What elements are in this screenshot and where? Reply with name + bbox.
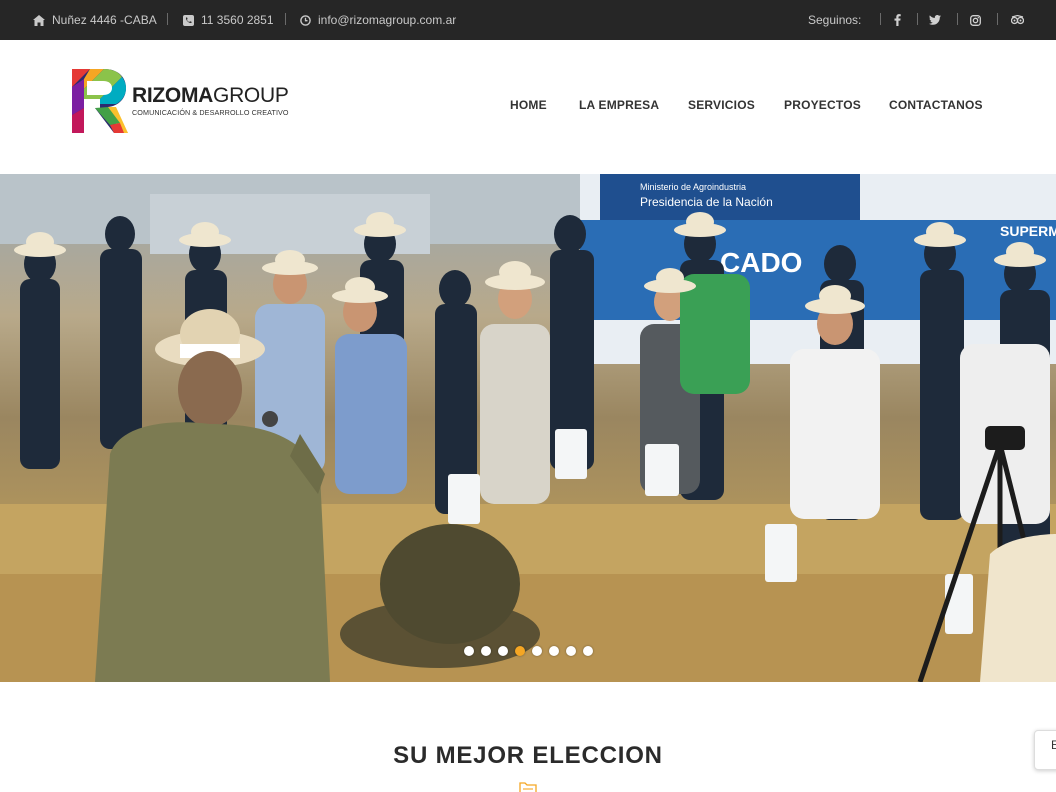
facebook-icon[interactable] bbox=[889, 0, 905, 40]
brand-tagline: COMUNICACIÓN & DESARROLLO CREATIVO bbox=[132, 108, 289, 117]
section-title: SU MEJOR ELECCION bbox=[393, 742, 663, 769]
nav-item-servicios[interactable]: SERVICIOS bbox=[688, 98, 755, 112]
twitter-icon[interactable] bbox=[927, 0, 943, 40]
banner-text-mercado: CADO bbox=[720, 247, 802, 278]
hero-slider[interactable]: Ministerio de Agroindustria Presidencia … bbox=[0, 174, 1056, 682]
brand-logo-mark bbox=[72, 69, 128, 133]
phone-item[interactable]: 11 3560 2851 bbox=[182, 0, 274, 40]
brand-text: RIZOMAGROUP COMUNICACIÓN & DESARROLLO CR… bbox=[132, 85, 289, 118]
banner-text-presidencia: Presidencia de la Nación bbox=[640, 195, 773, 209]
home-icon bbox=[33, 14, 45, 26]
email-text: info@rizomagroup.com.ar bbox=[318, 13, 457, 27]
slider-dot-4[interactable] bbox=[515, 646, 525, 656]
side-tab-label: E bbox=[1051, 738, 1056, 752]
address-item: Nuñez 4446 -CABA bbox=[33, 0, 157, 40]
nav-item-contactanos[interactable]: CONTACTANOS bbox=[889, 98, 983, 112]
divider bbox=[957, 13, 958, 25]
phone-text: 11 3560 2851 bbox=[201, 13, 274, 27]
tripadvisor-icon[interactable] bbox=[1009, 0, 1025, 40]
slider-dot-1[interactable] bbox=[464, 646, 474, 656]
divider bbox=[167, 13, 168, 25]
slider-pagination bbox=[464, 646, 593, 656]
divider bbox=[917, 13, 918, 25]
slider-dot-8[interactable] bbox=[583, 646, 593, 656]
divider bbox=[880, 13, 881, 25]
nav-item-proyectos[interactable]: PROYECTOS bbox=[784, 98, 861, 112]
address-text: Nuñez 4446 -CABA bbox=[52, 13, 157, 27]
slider-dot-2[interactable] bbox=[481, 646, 491, 656]
top-bar: Nuñez 4446 -CABA 11 3560 2851 info@rizom… bbox=[0, 0, 1056, 40]
slider-dot-3[interactable] bbox=[498, 646, 508, 656]
instagram-icon[interactable] bbox=[967, 0, 983, 40]
clock-icon bbox=[299, 14, 311, 26]
phone-icon bbox=[182, 14, 194, 26]
section-divider-icon bbox=[519, 782, 537, 792]
brand-name-light: GROUP bbox=[213, 84, 289, 107]
nav-item-home[interactable]: HOME bbox=[510, 98, 547, 112]
hero-image: Ministerio de Agroindustria Presidencia … bbox=[0, 174, 1056, 682]
slider-dot-7[interactable] bbox=[566, 646, 576, 656]
slider-dot-5[interactable] bbox=[532, 646, 542, 656]
banner-text-superm: SUPERM bbox=[1000, 223, 1056, 239]
follow-label: Seguinos: bbox=[808, 0, 861, 40]
side-tab[interactable]: E bbox=[1034, 730, 1056, 770]
email-item[interactable]: info@rizomagroup.com.ar bbox=[299, 0, 456, 40]
brand-name-bold: RIZOMA bbox=[132, 84, 214, 107]
divider bbox=[285, 13, 286, 25]
site-header: RIZOMAGROUP COMUNICACIÓN & DESARROLLO CR… bbox=[0, 40, 1056, 174]
nav-item-la-empresa[interactable]: LA EMPRESA bbox=[579, 98, 659, 112]
slider-dot-6[interactable] bbox=[549, 646, 559, 656]
follow-label-text: Seguinos: bbox=[808, 13, 862, 27]
brand-logo[interactable]: RIZOMAGROUP COMUNICACIÓN & DESARROLLO CR… bbox=[70, 66, 290, 136]
divider bbox=[997, 13, 998, 25]
brand-name: RIZOMAGROUP bbox=[132, 85, 289, 107]
banner-text-ministerio: Ministerio de Agroindustria bbox=[640, 182, 746, 192]
